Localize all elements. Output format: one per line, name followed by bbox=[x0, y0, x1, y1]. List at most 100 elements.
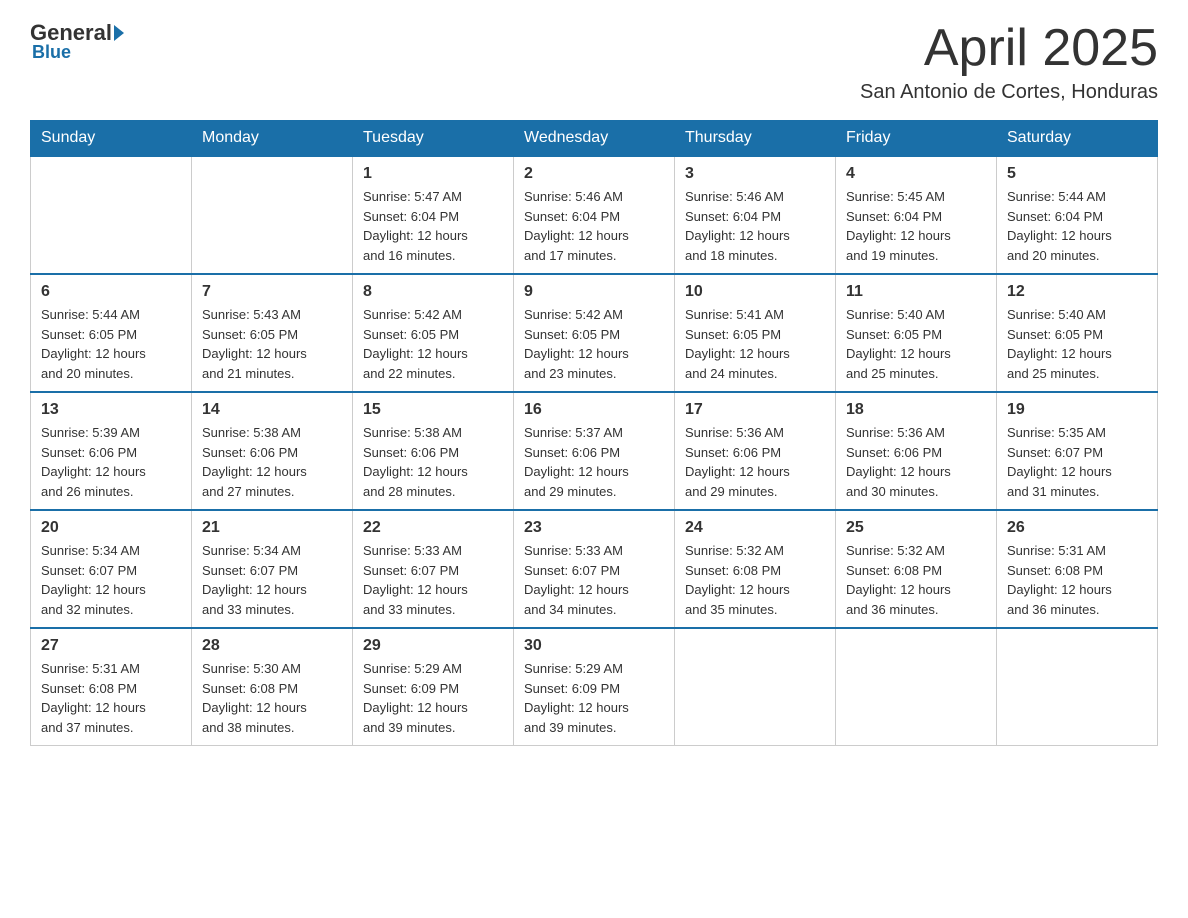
day-cell: 10 Sunrise: 5:41 AM Sunset: 6:05 PM Dayli… bbox=[675, 274, 836, 392]
day-number: 20 bbox=[41, 519, 181, 537]
day-info: Sunrise: 5:35 AM Sunset: 6:07 PM Dayligh… bbox=[1007, 423, 1147, 501]
day-cell: 2Sunrise: 5:46 AM Sunset: 6:04 PM Daylig… bbox=[514, 156, 675, 274]
day-cell: 7 Sunrise: 5:43 AM Sunset: 6:05 PM Daylig… bbox=[192, 274, 353, 392]
day-cell: 30 Sunrise: 5:29 AM Sunset: 6:09 PM Dayli… bbox=[514, 628, 675, 746]
day-number: 15 bbox=[363, 401, 503, 419]
day-cell: 11 Sunrise: 5:40 AM Sunset: 6:05 PM Dayli… bbox=[836, 274, 997, 392]
day-info: Sunrise: 5:46 AM Sunset: 6:04 PM Dayligh… bbox=[524, 187, 664, 265]
week-row-2: 13 Sunrise: 5:39 AM Sunset: 6:06 PM Dayli… bbox=[31, 392, 1158, 510]
day-cell: 27 Sunrise: 5:31 AM Sunset: 6:08 PM Dayli… bbox=[31, 628, 192, 746]
day-info: Sunrise: 5:29 AM Sunset: 6:09 PM Dayligh… bbox=[524, 659, 664, 737]
day-cell: 29 Sunrise: 5:29 AM Sunset: 6:09 PM Dayli… bbox=[353, 628, 514, 746]
day-info: Sunrise: 5:38 AM Sunset: 6:06 PM Dayligh… bbox=[363, 423, 503, 501]
day-cell: 9Sunrise: 5:42 AM Sunset: 6:05 PM Daylig… bbox=[514, 274, 675, 392]
day-info: Sunrise: 5:40 AM Sunset: 6:05 PM Dayligh… bbox=[1007, 305, 1147, 383]
col-header-tuesday: Tuesday bbox=[353, 121, 514, 157]
day-info: Sunrise: 5:37 AM Sunset: 6:06 PM Dayligh… bbox=[524, 423, 664, 501]
day-info: Sunrise: 5:38 AM Sunset: 6:06 PM Dayligh… bbox=[202, 423, 342, 501]
day-cell bbox=[31, 156, 192, 274]
day-number: 14 bbox=[202, 401, 342, 419]
col-header-friday: Friday bbox=[836, 121, 997, 157]
day-number: 29 bbox=[363, 637, 503, 655]
day-cell: 8 Sunrise: 5:42 AM Sunset: 6:05 PM Daylig… bbox=[353, 274, 514, 392]
day-cell: 14 Sunrise: 5:38 AM Sunset: 6:06 PM Dayli… bbox=[192, 392, 353, 510]
location-text: San Antonio de Cortes, Honduras bbox=[860, 81, 1158, 104]
week-row-3: 20 Sunrise: 5:34 AM Sunset: 6:07 PM Dayli… bbox=[31, 510, 1158, 628]
day-cell: 6Sunrise: 5:44 AM Sunset: 6:05 PM Daylig… bbox=[31, 274, 192, 392]
day-info: Sunrise: 5:47 AM Sunset: 6:04 PM Dayligh… bbox=[363, 187, 503, 265]
day-cell: 23Sunrise: 5:33 AM Sunset: 6:07 PM Dayli… bbox=[514, 510, 675, 628]
day-info: Sunrise: 5:45 AM Sunset: 6:04 PM Dayligh… bbox=[846, 187, 986, 265]
day-number: 10 bbox=[685, 283, 825, 301]
day-number: 22 bbox=[363, 519, 503, 537]
day-number: 9 bbox=[524, 283, 664, 301]
col-header-monday: Monday bbox=[192, 121, 353, 157]
day-info: Sunrise: 5:29 AM Sunset: 6:09 PM Dayligh… bbox=[363, 659, 503, 737]
day-cell bbox=[836, 628, 997, 746]
day-number: 21 bbox=[202, 519, 342, 537]
day-number: 12 bbox=[1007, 283, 1147, 301]
day-number: 16 bbox=[524, 401, 664, 419]
day-info: Sunrise: 5:41 AM Sunset: 6:05 PM Dayligh… bbox=[685, 305, 825, 383]
day-cell: 12 Sunrise: 5:40 AM Sunset: 6:05 PM Dayli… bbox=[997, 274, 1158, 392]
col-header-sunday: Sunday bbox=[31, 121, 192, 157]
day-info: Sunrise: 5:33 AM Sunset: 6:07 PM Dayligh… bbox=[524, 541, 664, 619]
day-info: Sunrise: 5:43 AM Sunset: 6:05 PM Dayligh… bbox=[202, 305, 342, 383]
day-cell: 5 Sunrise: 5:44 AM Sunset: 6:04 PM Daylig… bbox=[997, 156, 1158, 274]
day-cell: 19 Sunrise: 5:35 AM Sunset: 6:07 PM Dayli… bbox=[997, 392, 1158, 510]
day-info: Sunrise: 5:34 AM Sunset: 6:07 PM Dayligh… bbox=[41, 541, 181, 619]
day-cell bbox=[997, 628, 1158, 746]
day-cell: 28Sunrise: 5:30 AM Sunset: 6:08 PM Dayli… bbox=[192, 628, 353, 746]
day-cell: 1Sunrise: 5:47 AM Sunset: 6:04 PM Daylig… bbox=[353, 156, 514, 274]
day-number: 30 bbox=[524, 637, 664, 655]
day-cell: 22 Sunrise: 5:33 AM Sunset: 6:07 PM Dayli… bbox=[353, 510, 514, 628]
day-cell: 4 Sunrise: 5:45 AM Sunset: 6:04 PM Daylig… bbox=[836, 156, 997, 274]
calendar-table: SundayMondayTuesdayWednesdayThursdayFrid… bbox=[30, 120, 1158, 746]
day-info: Sunrise: 5:34 AM Sunset: 6:07 PM Dayligh… bbox=[202, 541, 342, 619]
day-cell: 3 Sunrise: 5:46 AM Sunset: 6:04 PM Daylig… bbox=[675, 156, 836, 274]
day-number: 7 bbox=[202, 283, 342, 301]
month-title: April 2025 bbox=[860, 20, 1158, 77]
day-info: Sunrise: 5:42 AM Sunset: 6:05 PM Dayligh… bbox=[363, 305, 503, 383]
col-header-thursday: Thursday bbox=[675, 121, 836, 157]
day-number: 25 bbox=[846, 519, 986, 537]
day-info: Sunrise: 5:44 AM Sunset: 6:05 PM Dayligh… bbox=[41, 305, 181, 383]
day-number: 11 bbox=[846, 283, 986, 301]
day-cell bbox=[675, 628, 836, 746]
day-number: 19 bbox=[1007, 401, 1147, 419]
day-number: 27 bbox=[41, 637, 181, 655]
week-row-1: 6Sunrise: 5:44 AM Sunset: 6:05 PM Daylig… bbox=[31, 274, 1158, 392]
day-number: 3 bbox=[685, 165, 825, 183]
day-number: 8 bbox=[363, 283, 503, 301]
day-cell: 13 Sunrise: 5:39 AM Sunset: 6:06 PM Dayli… bbox=[31, 392, 192, 510]
day-info: Sunrise: 5:40 AM Sunset: 6:05 PM Dayligh… bbox=[846, 305, 986, 383]
day-number: 17 bbox=[685, 401, 825, 419]
day-info: Sunrise: 5:31 AM Sunset: 6:08 PM Dayligh… bbox=[41, 659, 181, 737]
page-header: General Blue April 2025 San Antonio de C… bbox=[30, 20, 1158, 104]
day-cell: 21 Sunrise: 5:34 AM Sunset: 6:07 PM Dayli… bbox=[192, 510, 353, 628]
logo-arrow-icon bbox=[114, 25, 124, 41]
day-number: 4 bbox=[846, 165, 986, 183]
day-info: Sunrise: 5:36 AM Sunset: 6:06 PM Dayligh… bbox=[685, 423, 825, 501]
day-info: Sunrise: 5:46 AM Sunset: 6:04 PM Dayligh… bbox=[685, 187, 825, 265]
day-cell: 18 Sunrise: 5:36 AM Sunset: 6:06 PM Dayli… bbox=[836, 392, 997, 510]
day-number: 5 bbox=[1007, 165, 1147, 183]
day-cell: 16 Sunrise: 5:37 AM Sunset: 6:06 PM Dayli… bbox=[514, 392, 675, 510]
day-cell: 15 Sunrise: 5:38 AM Sunset: 6:06 PM Dayli… bbox=[353, 392, 514, 510]
week-row-4: 27 Sunrise: 5:31 AM Sunset: 6:08 PM Dayli… bbox=[31, 628, 1158, 746]
day-info: Sunrise: 5:39 AM Sunset: 6:06 PM Dayligh… bbox=[41, 423, 181, 501]
day-info: Sunrise: 5:36 AM Sunset: 6:06 PM Dayligh… bbox=[846, 423, 986, 501]
day-cell: 17 Sunrise: 5:36 AM Sunset: 6:06 PM Dayli… bbox=[675, 392, 836, 510]
day-info: Sunrise: 5:31 AM Sunset: 6:08 PM Dayligh… bbox=[1007, 541, 1147, 619]
title-block: April 2025 San Antonio de Cortes, Hondur… bbox=[860, 20, 1158, 104]
day-number: 13 bbox=[41, 401, 181, 419]
day-number: 24 bbox=[685, 519, 825, 537]
day-info: Sunrise: 5:33 AM Sunset: 6:07 PM Dayligh… bbox=[363, 541, 503, 619]
day-number: 26 bbox=[1007, 519, 1147, 537]
day-cell: 20 Sunrise: 5:34 AM Sunset: 6:07 PM Dayli… bbox=[31, 510, 192, 628]
calendar-header-row: SundayMondayTuesdayWednesdayThursdayFrid… bbox=[31, 121, 1158, 157]
col-header-wednesday: Wednesday bbox=[514, 121, 675, 157]
day-number: 18 bbox=[846, 401, 986, 419]
day-cell: 25Sunrise: 5:32 AM Sunset: 6:08 PM Dayli… bbox=[836, 510, 997, 628]
day-info: Sunrise: 5:44 AM Sunset: 6:04 PM Dayligh… bbox=[1007, 187, 1147, 265]
